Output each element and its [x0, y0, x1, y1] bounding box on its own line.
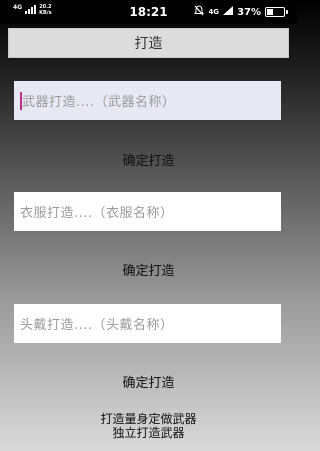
clothes-name-placeholder: 衣服打造....（衣服名称） — [20, 206, 174, 221]
mute-icon — [194, 5, 205, 19]
headwear-name-placeholder: 头戴打造....（头戴名称） — [20, 318, 174, 333]
battery-percent: 37% — [237, 6, 261, 18]
weapon-name-placeholder: 武器打造....（武器名称） — [22, 95, 176, 110]
clothes-name-input[interactable]: 衣服打造....（衣服名称） — [14, 192, 281, 231]
status-bar: 4G 20.2 KB/s 18:21 4G 37% — [0, 0, 297, 24]
battery-icon — [265, 7, 288, 17]
custom-weapon-forge-link[interactable]: 打造量身定做武器 — [0, 412, 297, 426]
headwear-name-input[interactable]: 头戴打造....（头戴名称） — [14, 304, 281, 343]
signal-label: 4G — [208, 8, 220, 16]
forge-title-button[interactable]: 打造 — [8, 28, 289, 58]
confirm-clothes-forge-button[interactable]: 确定打造 — [0, 260, 297, 279]
battery-fill — [267, 9, 273, 15]
confirm-headwear-forge-button[interactable]: 确定打造 — [0, 372, 297, 391]
signal-strength-icon — [223, 6, 234, 18]
independent-weapon-forge-link[interactable]: 独立打造武器 — [0, 426, 297, 440]
status-right: 4G 37% — [194, 5, 288, 19]
weapon-name-input[interactable]: 武器打造....（武器名称） — [14, 81, 281, 120]
confirm-weapon-forge-button[interactable]: 确定打造 — [0, 150, 297, 169]
